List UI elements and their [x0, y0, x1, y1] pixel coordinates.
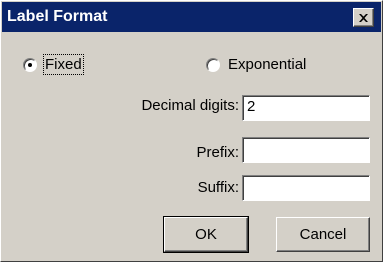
radio-fixed[interactable]: Fixed: [23, 54, 84, 75]
dialog-title: Label Format: [7, 8, 108, 25]
prefix-label: Prefix:: [196, 144, 239, 161]
decimal-digits-label: Decimal digits:: [141, 97, 239, 114]
prefix-field[interactable]: [242, 137, 370, 163]
decimal-digits-field[interactable]: 2: [242, 95, 370, 121]
radio-exponential[interactable]: Exponential: [206, 56, 306, 73]
suffix-label: Suffix:: [197, 179, 239, 196]
ok-button[interactable]: OK: [163, 216, 249, 253]
radio-fixed-label: Fixed: [43, 54, 84, 75]
suffix-field[interactable]: [242, 175, 370, 201]
close-button[interactable]: [353, 8, 374, 27]
radio-exponential-label: Exponential: [228, 56, 307, 73]
radio-exponential-indicator[interactable]: [206, 57, 220, 72]
label-format-dialog: Label Format Fixed Exponential Decimal d…: [0, 0, 383, 262]
radio-selected-dot-icon: [28, 62, 32, 67]
radio-fixed-indicator[interactable]: [23, 57, 37, 72]
close-icon: [359, 13, 368, 22]
cancel-button[interactable]: Cancel: [276, 217, 370, 252]
title-bar[interactable]: Label Format: [2, 2, 381, 32]
